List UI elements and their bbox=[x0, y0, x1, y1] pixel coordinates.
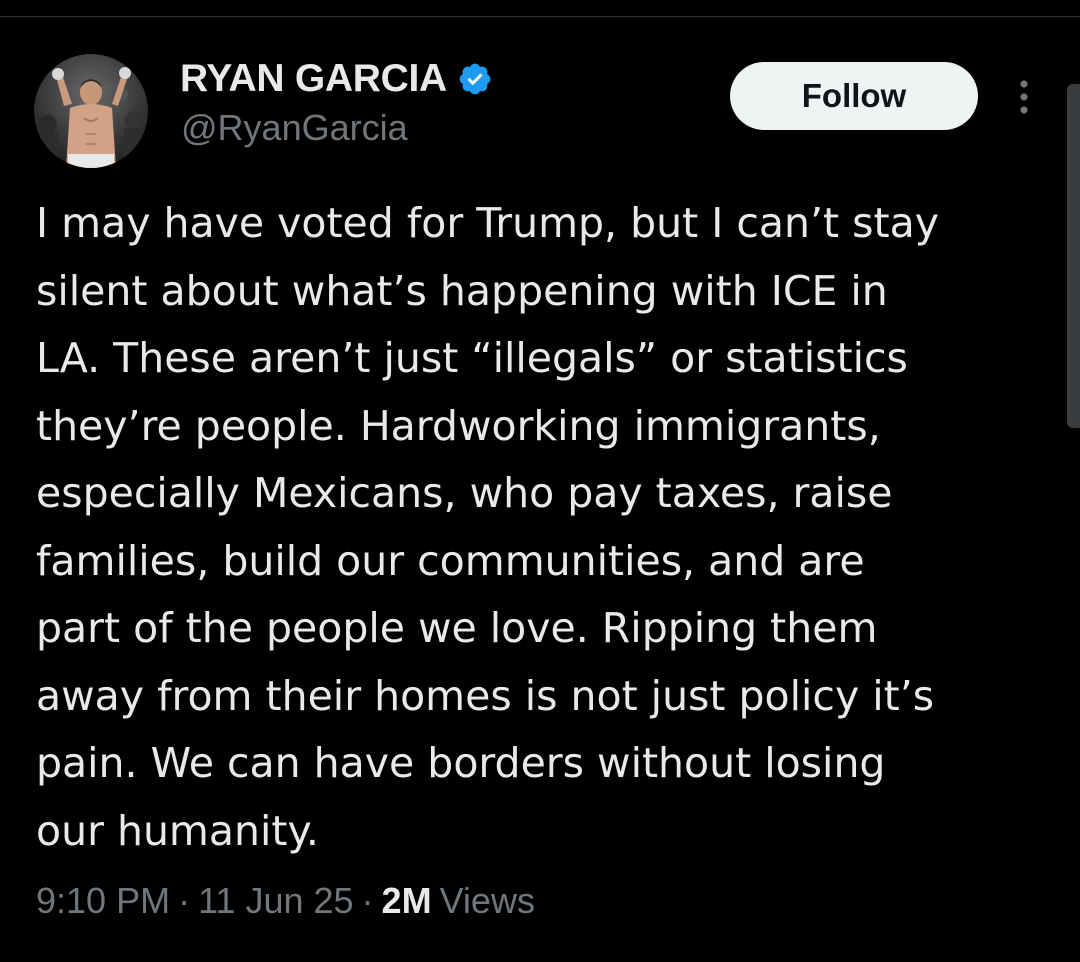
tweet-text-line: I may have voted for Trump, but I can’t … bbox=[36, 199, 939, 247]
tweet-text: I may have voted for Trump, but I can’t … bbox=[36, 190, 1062, 865]
tweet-text-line: silent about what’s happening with ICE i… bbox=[36, 266, 888, 315]
verified-badge-icon bbox=[459, 63, 491, 95]
tweet-text-line: part of the people we love. Ripping them bbox=[36, 604, 878, 652]
author-display-name[interactable]: RYAN GARCIA bbox=[180, 57, 447, 101]
tweet-date[interactable]: 11 Jun 25 bbox=[198, 880, 353, 922]
meta-separator: · bbox=[361, 880, 374, 921]
tweet-time[interactable]: 9:10 PM bbox=[36, 880, 170, 922]
meta-separator: · bbox=[178, 880, 191, 921]
tweet-text-line: pain. We can have borders without losing bbox=[36, 739, 886, 787]
views-label[interactable]: Views bbox=[440, 880, 535, 922]
tweet-text-line: our humanity. bbox=[36, 806, 319, 855]
tweet-text-line: LA. These aren’t just “illegals” or stat… bbox=[36, 334, 908, 382]
profile-photo-icon bbox=[34, 54, 148, 168]
tweet-text-line: away from their homes is not just policy… bbox=[36, 671, 935, 720]
tweet-text-line: they’re people. Hardworking immigrants, bbox=[36, 401, 881, 450]
tweet-text-line: families, build our communities, and are bbox=[36, 536, 865, 585]
author-handle[interactable]: @RyanGarcia bbox=[181, 107, 408, 149]
views-count[interactable]: 2M bbox=[382, 880, 432, 922]
follow-button[interactable]: Follow bbox=[730, 62, 978, 130]
tweet-text-line: especially Mexicans, who pay taxes, rais… bbox=[36, 469, 893, 517]
tweet-meta: 9:10 PM · 11 Jun 25 · 2M Views bbox=[36, 880, 535, 928]
top-divider bbox=[0, 16, 1080, 17]
avatar[interactable] bbox=[34, 54, 148, 168]
scrollbar-thumb[interactable] bbox=[1067, 84, 1080, 428]
more-vertical-icon[interactable] bbox=[1010, 78, 1038, 118]
author-name-row[interactable]: RYAN GARCIA bbox=[180, 56, 493, 102]
